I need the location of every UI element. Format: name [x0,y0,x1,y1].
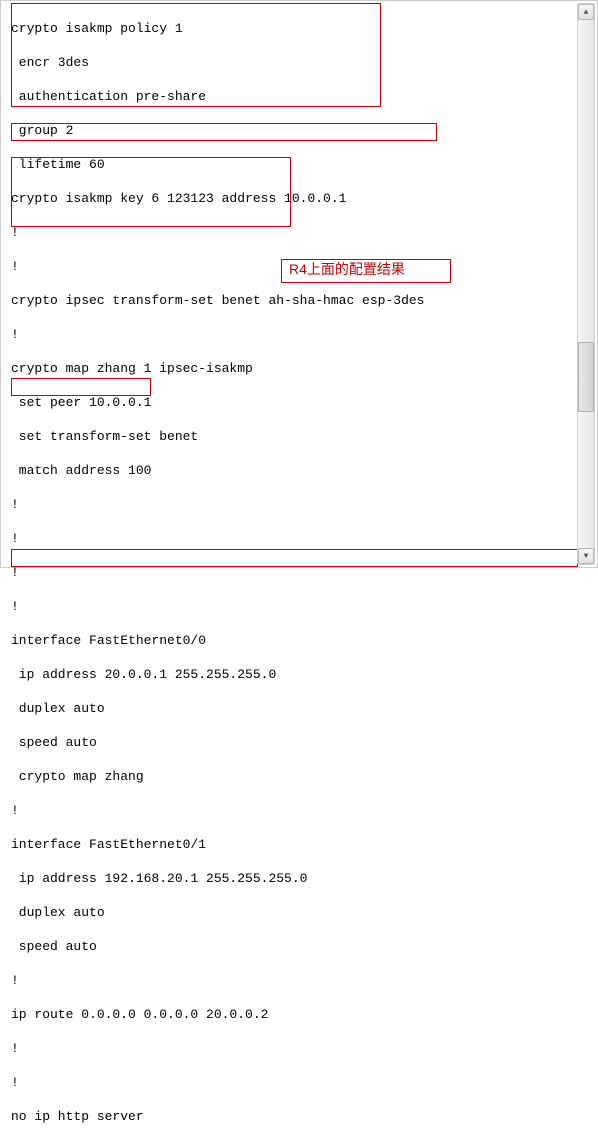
cfg-line: lifetime 60 [11,156,571,173]
cfg-line: ip address 192.168.20.1 255.255.255.0 [11,870,571,887]
cfg-line: crypto map zhang [11,768,571,785]
cfg-line: set peer 10.0.0.1 [11,394,571,411]
scroll-thumb[interactable] [578,342,594,412]
vertical-scrollbar[interactable]: ▲ ▼ [577,3,595,565]
cfg-line: group 2 [11,122,571,139]
cfg-line: ! [11,1040,571,1057]
cfg-line: ! [11,972,571,989]
annotation-text: R4上面的配置结果 [289,261,405,278]
cfg-line: crypto map zhang 1 ipsec-isakmp [11,360,571,377]
cfg-line: ! [11,598,571,615]
cfg-line: no ip http server [11,1108,571,1125]
cfg-line: ip route 0.0.0.0 0.0.0.0 20.0.0.2 [11,1006,571,1023]
cfg-line: speed auto [11,938,571,955]
cfg-line: duplex auto [11,904,571,921]
cfg-line: authentication pre-share [11,88,571,105]
cfg-line: encr 3des [11,54,571,71]
scroll-down-button[interactable]: ▼ [578,548,594,564]
cfg-line: ! [11,496,571,513]
cfg-line: crypto ipsec transform-set benet ah-sha-… [11,292,571,309]
cfg-line: speed auto [11,734,571,751]
cfg-line: ! [11,326,571,343]
cfg-line: ! [11,224,571,241]
cfg-line: set transform-set benet [11,428,571,445]
cfg-line: ! [11,564,571,581]
cfg-line: ! [11,530,571,547]
cfg-line: duplex auto [11,700,571,717]
cfg-line: match address 100 [11,462,571,479]
cfg-line: ip address 20.0.0.1 255.255.255.0 [11,666,571,683]
cfg-line: ! [11,1074,571,1091]
cfg-line: crypto isakmp policy 1 [11,20,571,37]
cfg-line: crypto isakmp key 6 123123 address 10.0.… [11,190,571,207]
chevron-down-icon: ▼ [584,548,589,565]
cfg-line: interface FastEthernet0/0 [11,632,571,649]
cfg-line: ! [11,802,571,819]
cfg-line: interface FastEthernet0/1 [11,836,571,853]
chevron-up-icon: ▲ [584,4,589,21]
config-text: crypto isakmp policy 1 encr 3des authent… [11,3,571,1136]
scroll-up-button[interactable]: ▲ [578,4,594,20]
